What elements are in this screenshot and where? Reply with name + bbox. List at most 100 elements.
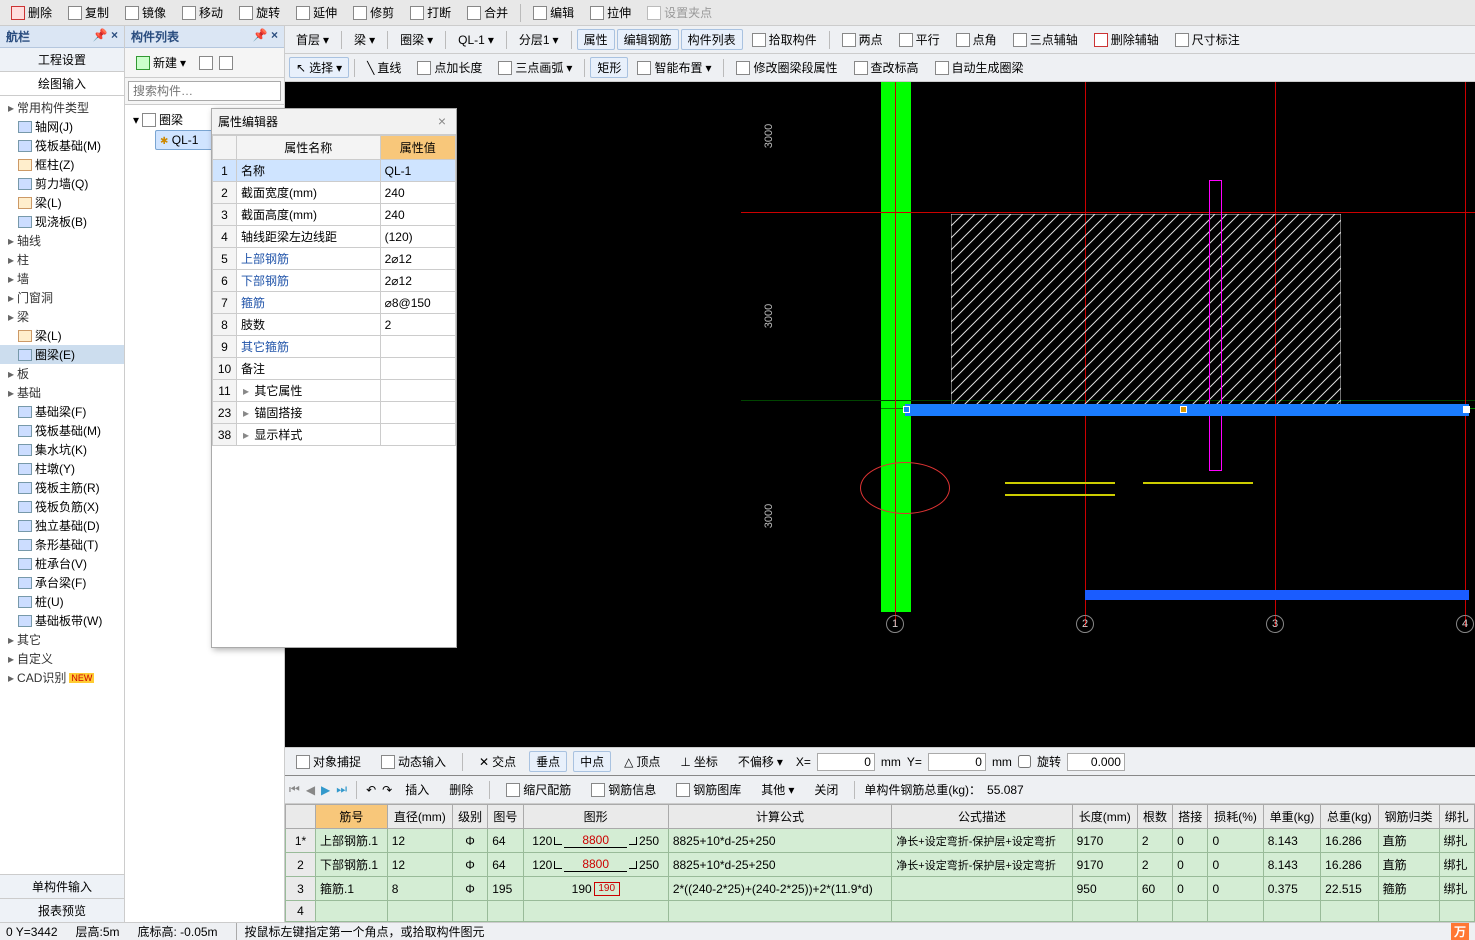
tree-item[interactable]: 框柱(Z) bbox=[0, 155, 124, 174]
tree-header[interactable]: ▸ 门窗洞 bbox=[0, 288, 124, 307]
rotate-input[interactable] bbox=[1067, 753, 1125, 771]
btn-rebar-info[interactable]: 钢筋信息 bbox=[584, 778, 663, 801]
x-input[interactable] bbox=[817, 753, 875, 771]
btn-move[interactable]: 移动 bbox=[175, 1, 230, 24]
tree-header[interactable]: ▸ 墙 bbox=[0, 269, 124, 288]
btn-scalefit[interactable]: 缩尺配筋 bbox=[499, 778, 578, 801]
drawing-canvas[interactable]: 3000 3000 3000 1 2 3 4 bbox=[285, 82, 1475, 747]
tree-item[interactable]: 独立基础(D) bbox=[0, 516, 124, 535]
nav-btn-single[interactable]: 单构件输入 bbox=[0, 874, 124, 898]
tree-header[interactable]: ▸ 常用构件类型 bbox=[0, 98, 124, 117]
pin-icon[interactable]: 📌 × bbox=[253, 28, 278, 45]
table-row[interactable]: 2下部钢筋.112Φ6412088002508825+10*d-25+250净长… bbox=[286, 853, 1475, 877]
nav-next[interactable]: ▶ bbox=[321, 783, 330, 797]
nav-prev[interactable]: ◀ bbox=[306, 783, 315, 797]
tree-item[interactable]: 筏板主筋(R) bbox=[0, 478, 124, 497]
tree-item[interactable]: 集水坑(K) bbox=[0, 440, 124, 459]
tree-header[interactable]: ▸ 自定义 bbox=[0, 649, 124, 668]
btn-autogen[interactable]: 自动生成圈梁 bbox=[928, 56, 1031, 79]
tree-item[interactable]: 梁(L) bbox=[0, 193, 124, 212]
btn-comp-list[interactable]: 构件列表 bbox=[681, 29, 743, 50]
property-table[interactable]: 属性名称属性值1名称QL-12截面宽度(mm)2403截面高度(mm)2404轴… bbox=[212, 135, 456, 446]
tree-item[interactable]: 筏板负筋(X) bbox=[0, 497, 124, 516]
btn-3pt-aux[interactable]: 三点辅轴 bbox=[1006, 28, 1085, 51]
new-component-button[interactable]: 新建 ▾ bbox=[129, 51, 193, 74]
btn-osnap[interactable]: 对象捕捉 bbox=[289, 750, 368, 773]
btn-restore[interactable]: ↶ bbox=[366, 783, 376, 797]
y-input[interactable] bbox=[928, 753, 986, 771]
tree-item[interactable]: 基础板带(W) bbox=[0, 611, 124, 630]
tree-item[interactable]: 筏板基础(M) bbox=[0, 421, 124, 440]
btn-stretch[interactable]: 拉伸 bbox=[583, 1, 638, 24]
paste-icon[interactable] bbox=[219, 56, 233, 70]
tree-item[interactable]: 基础梁(F) bbox=[0, 402, 124, 421]
tree-item[interactable]: 桩承台(V) bbox=[0, 554, 124, 573]
btn-insert[interactable]: 插入 bbox=[398, 778, 436, 801]
btn-check-elev[interactable]: 查改标高 bbox=[847, 56, 926, 79]
tree-header[interactable]: ▸ 轴线 bbox=[0, 231, 124, 250]
tree-header[interactable]: ▸ 板 bbox=[0, 364, 124, 383]
btn-perp[interactable]: 垂点 bbox=[529, 751, 567, 772]
btn-dyninput[interactable]: 动态输入 bbox=[374, 750, 453, 773]
nav-btn-project[interactable]: 工程设置 bbox=[0, 48, 124, 72]
btn-mod-seg[interactable]: 修改圈梁段属性 bbox=[729, 56, 844, 79]
btn-select[interactable]: ↖ 选择 ▾ bbox=[289, 57, 349, 78]
tree-item[interactable]: 柱墩(Y) bbox=[0, 459, 124, 478]
nav-first[interactable]: ⏮ bbox=[289, 782, 300, 797]
btn-inter[interactable]: ✕ 交点 bbox=[472, 750, 523, 773]
tree-item[interactable]: 条形基础(T) bbox=[0, 535, 124, 554]
close-icon[interactable]: × bbox=[434, 113, 450, 130]
tree-header[interactable]: ▸ 柱 bbox=[0, 250, 124, 269]
table-row[interactable]: 3箍筋.18Φ195190 1902*((240-2*25)+(240-2*25… bbox=[286, 877, 1475, 901]
btn-redo[interactable]: ↷ bbox=[382, 783, 392, 797]
search-input[interactable] bbox=[128, 81, 281, 101]
btn-rect[interactable]: 矩形 bbox=[590, 57, 628, 78]
tree-header[interactable]: ▸ 梁 bbox=[0, 307, 124, 326]
btn-edit[interactable]: 编辑 bbox=[526, 1, 581, 24]
btn-break[interactable]: 打断 bbox=[403, 1, 458, 24]
btn-parallel[interactable]: 平行 bbox=[892, 28, 947, 51]
btn-merge[interactable]: 合并 bbox=[460, 1, 515, 24]
btn-rebar-lib[interactable]: 钢筋图库 bbox=[669, 778, 748, 801]
dd-subtype[interactable]: 圈梁 ▾ bbox=[393, 28, 440, 51]
tree-header[interactable]: ▸ 其它 bbox=[0, 630, 124, 649]
tree-item[interactable]: 梁(L) bbox=[0, 326, 124, 345]
tree-item[interactable]: 现浇板(B) bbox=[0, 212, 124, 231]
btn-grip[interactable]: 设置夹点 bbox=[640, 1, 719, 24]
btn-3ptarc[interactable]: 三点画弧 ▾ bbox=[491, 56, 579, 79]
btn-del-aux[interactable]: 删除辅轴 bbox=[1087, 28, 1166, 51]
btn-rotate[interactable]: 旋转 bbox=[232, 1, 287, 24]
table-row[interactable]: 4 bbox=[286, 901, 1475, 922]
tree-item[interactable]: 圈梁(E) bbox=[0, 345, 124, 364]
btn-copy[interactable]: 复制 bbox=[61, 1, 116, 24]
btn-mirror[interactable]: 镜像 bbox=[118, 1, 173, 24]
dd-layer[interactable]: 分层1 ▾ bbox=[512, 28, 566, 51]
rebar-grid[interactable]: 筋号直径(mm)级别图号图形计算公式公式描述长度(mm)根数搭接损耗(%)单重(… bbox=[285, 804, 1475, 922]
rotate-check[interactable] bbox=[1018, 755, 1031, 768]
dd-offset[interactable]: 不偏移 ▾ bbox=[731, 750, 790, 773]
btn-mid[interactable]: 中点 bbox=[573, 751, 611, 772]
btn-2pt[interactable]: 两点 bbox=[835, 28, 890, 51]
tree-item[interactable]: 筏板基础(M) bbox=[0, 136, 124, 155]
nav-last[interactable]: ⏭ bbox=[336, 782, 347, 797]
btn-delrow[interactable]: 删除 bbox=[442, 778, 480, 801]
dd-floor[interactable]: 首层 ▾ bbox=[289, 28, 336, 51]
btn-line[interactable]: ╲ 直线 bbox=[360, 56, 408, 79]
btn-vertex[interactable]: △ 顶点 bbox=[617, 750, 667, 773]
btn-ptlen[interactable]: 点加长度 bbox=[410, 56, 489, 79]
dd-type[interactable]: 梁 ▾ bbox=[347, 28, 382, 51]
tree-item[interactable]: 承台梁(F) bbox=[0, 573, 124, 592]
dd-component[interactable]: QL-1 ▾ bbox=[451, 30, 501, 50]
copy-icon[interactable] bbox=[199, 56, 213, 70]
table-row[interactable]: 1*上部钢筋.112Φ6412088002508825+10*d-25+250净… bbox=[286, 829, 1475, 853]
tree-item[interactable]: 剪力墙(Q) bbox=[0, 174, 124, 193]
tree-item[interactable]: 轴网(J) bbox=[0, 117, 124, 136]
btn-other[interactable]: 其他 ▾ bbox=[754, 778, 801, 801]
tree-header[interactable]: ▸ 基础 bbox=[0, 383, 124, 402]
btn-delete[interactable]: 删除 bbox=[4, 1, 59, 24]
btn-extend[interactable]: 延伸 bbox=[289, 1, 344, 24]
tree-header[interactable]: ▸ CAD识别 NEW bbox=[0, 668, 124, 687]
selected-beam[interactable] bbox=[905, 404, 1469, 416]
nav-btn-report[interactable]: 报表预览 bbox=[0, 898, 124, 922]
btn-coord[interactable]: ⊥ 坐标 bbox=[673, 750, 724, 773]
